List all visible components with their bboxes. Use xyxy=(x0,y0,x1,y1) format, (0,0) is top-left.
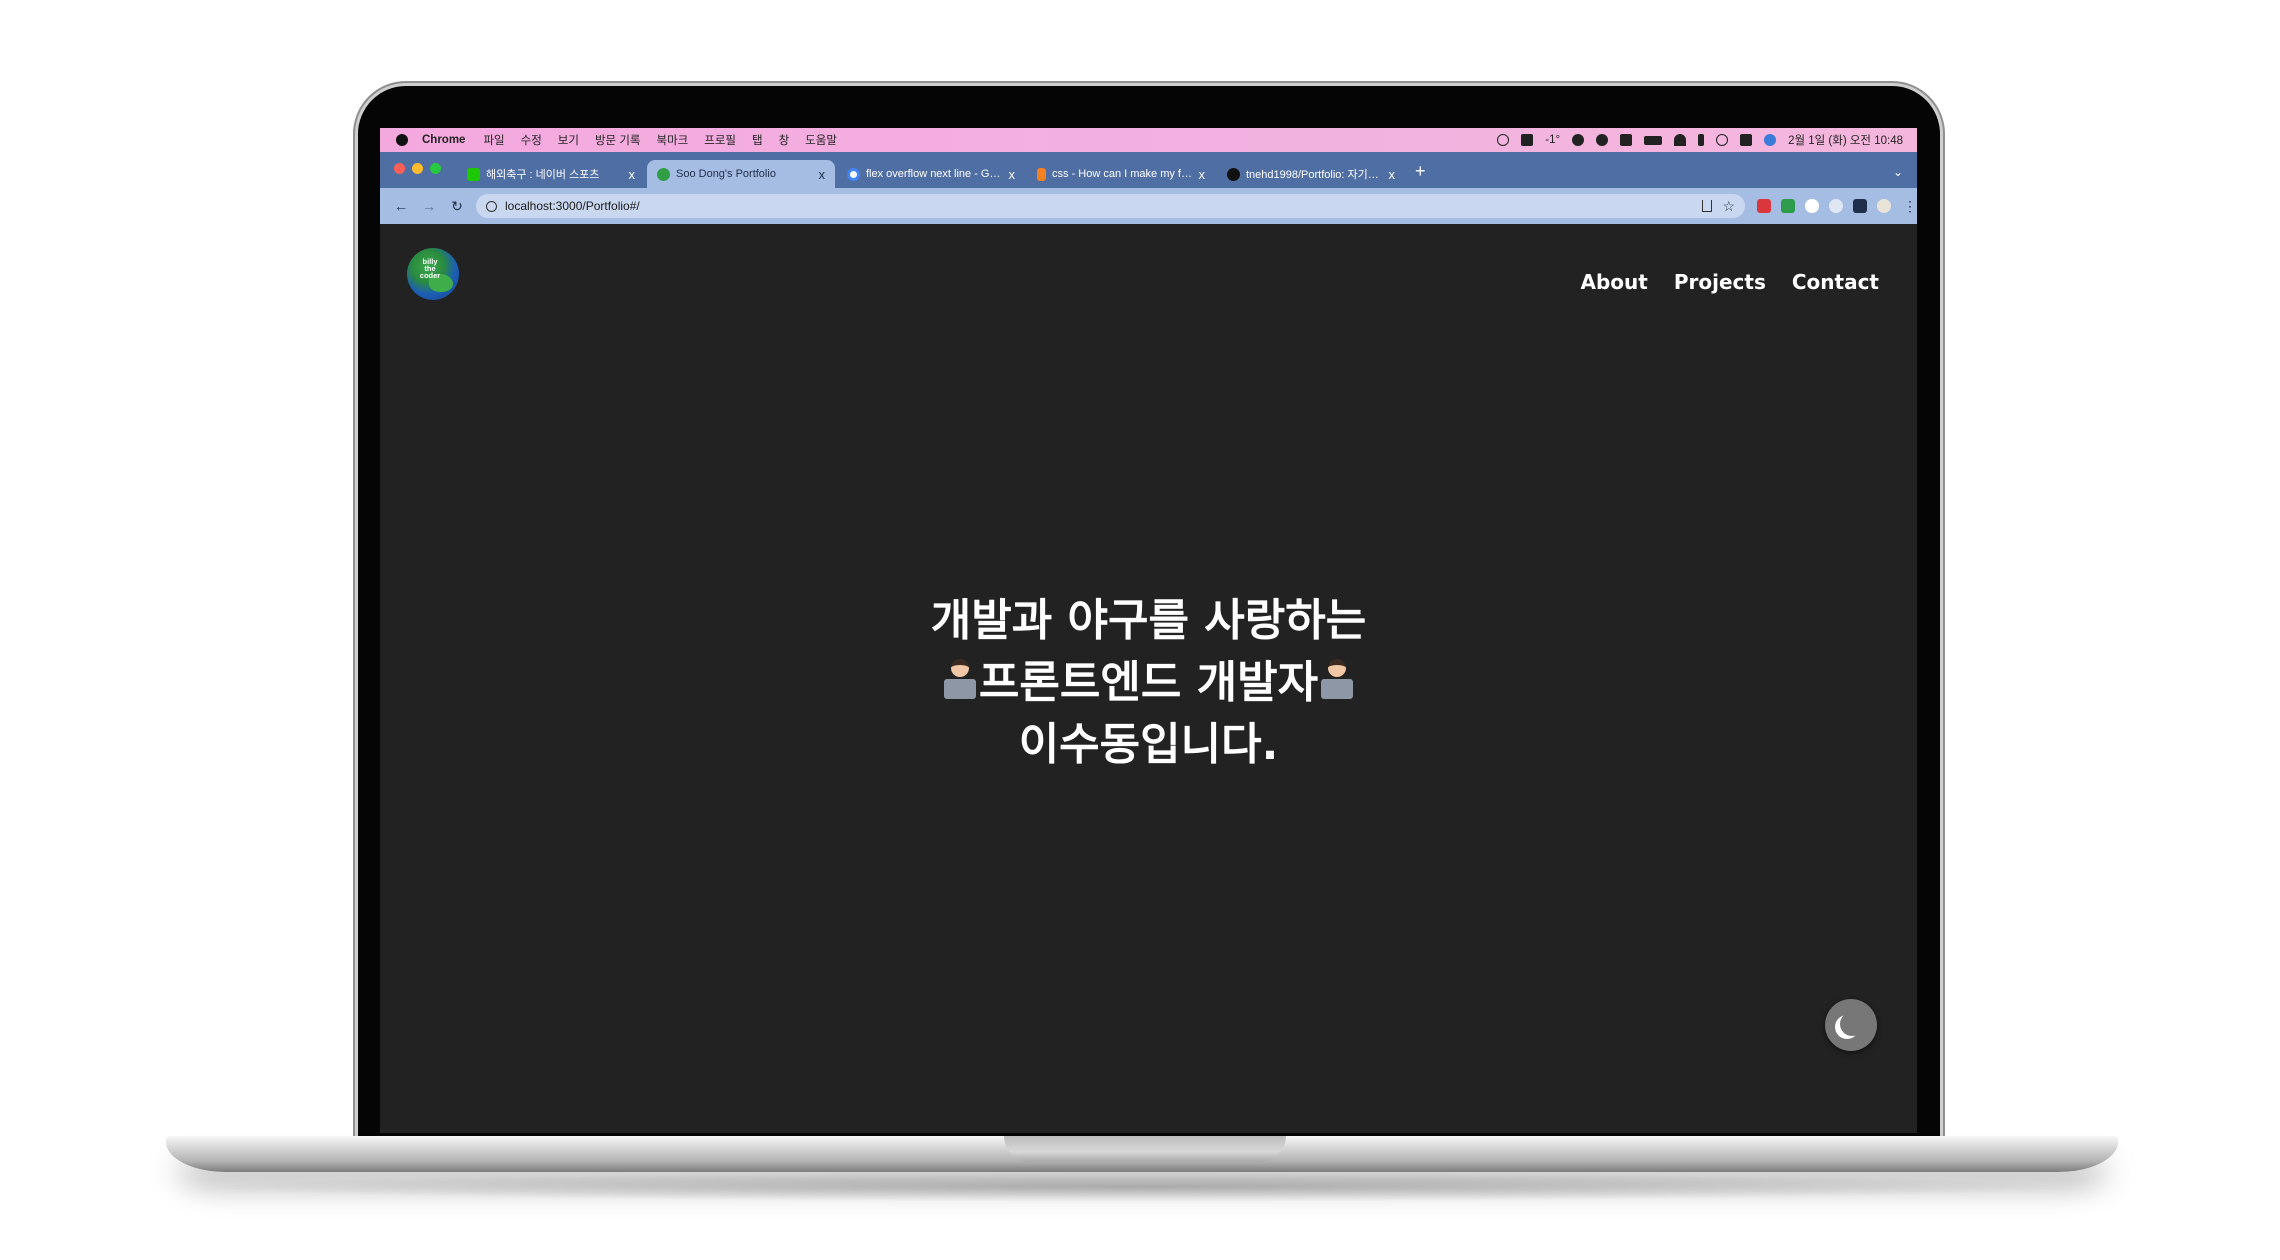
menu-window[interactable]: 창 xyxy=(779,132,790,148)
menu-profiles[interactable]: 프로필 xyxy=(704,132,736,148)
tab-naver-sports[interactable]: 해외축구 : 네이버 스포츠 x xyxy=(457,160,645,188)
close-tab-icon[interactable]: x xyxy=(629,167,636,182)
new-tab-button[interactable]: + xyxy=(1415,161,1426,182)
tab-title: tnehd1998/Portfolio: 자기소개웹 xyxy=(1246,169,1383,181)
nav-projects-link[interactable]: Projects xyxy=(1674,270,1766,294)
extension-profile-icon[interactable] xyxy=(1805,199,1819,213)
laptop-shadow xyxy=(200,1172,2080,1202)
tab-strip: 해외축구 : 네이버 스포츠 x Soo Dong's Portfolio x … xyxy=(380,152,1917,188)
glasses-icon[interactable] xyxy=(1497,134,1510,146)
screen: Chrome 파일 수정 보기 방문 기록 북마크 프로필 탭 창 도움말 -1… xyxy=(380,128,1917,1133)
close-window-button[interactable] xyxy=(394,163,405,174)
tab-title: css - How can I make my flex xyxy=(1052,168,1193,180)
extensions xyxy=(1757,199,1891,213)
weather-temp[interactable]: -1° xyxy=(1545,134,1560,146)
logo-text: billy the coder xyxy=(416,258,444,280)
url-text[interactable]: localhost:3000/Portfolio#/ xyxy=(505,199,1694,213)
notification-icon[interactable] xyxy=(1521,134,1534,146)
mac-menu-bar: Chrome 파일 수정 보기 방문 기록 북마크 프로필 탭 창 도움말 -1… xyxy=(380,128,1917,152)
more-menu-icon[interactable]: ⋮ xyxy=(1903,198,1917,215)
siri-icon[interactable] xyxy=(1764,134,1777,146)
wifi-icon[interactable] xyxy=(1674,134,1687,146)
avatar[interactable] xyxy=(1877,199,1891,213)
extension-red-icon[interactable] xyxy=(1757,199,1771,213)
window-controls xyxy=(394,163,441,174)
menu-tab[interactable]: 탭 xyxy=(752,132,763,148)
technologist-emoji-icon xyxy=(943,657,977,701)
hero-intro: 개발과 야구를 사랑하는 프론트엔드 개발자 이수동입니다. xyxy=(380,590,1917,776)
extension-green-icon[interactable] xyxy=(1781,199,1795,213)
contrast-icon[interactable] xyxy=(1596,134,1609,146)
logo-text-line: coder xyxy=(419,271,441,280)
bluetooth-icon[interactable] xyxy=(1698,134,1705,146)
menu-history[interactable]: 방문 기록 xyxy=(595,132,641,148)
search-icon[interactable] xyxy=(1716,134,1729,146)
status-tray: -1° 2월 1일 (화) 오전 10:48 xyxy=(1497,132,1903,148)
menu-bookmarks[interactable]: 북마크 xyxy=(656,132,688,148)
app-icon[interactable] xyxy=(1620,134,1633,146)
forward-arrow-icon[interactable]: → xyxy=(422,198,436,214)
back-arrow-icon[interactable]: ← xyxy=(394,198,408,214)
stackoverflow-icon xyxy=(1037,167,1046,181)
site-logo[interactable]: billy the coder xyxy=(407,248,459,300)
cloud-icon[interactable] xyxy=(1572,134,1585,146)
close-tab-icon[interactable]: x xyxy=(1009,167,1016,182)
menu-edit[interactable]: 수정 xyxy=(521,132,542,148)
tab-title: Soo Dong's Portfolio xyxy=(676,168,776,180)
control-center-icon[interactable] xyxy=(1740,134,1753,146)
apple-icon[interactable] xyxy=(396,134,408,146)
tab-github[interactable]: tnehd1998/Portfolio: 자기소개웹 x xyxy=(1217,160,1405,188)
share-icon[interactable] xyxy=(1702,200,1713,212)
site-nav: About Projects Contact xyxy=(1581,270,1880,294)
tab-title: flex overflow next line - Google xyxy=(866,168,1003,180)
nav-about-link[interactable]: About xyxy=(1581,270,1648,294)
browser-toolbar: ← → ↻ localhost:3000/Portfolio#/ ☆ ⋮ xyxy=(380,188,1917,224)
portfolio-page: billy the coder About Projects Contact 개… xyxy=(380,224,1917,1133)
battery-icon[interactable] xyxy=(1644,135,1663,145)
hero-line-2: 프론트엔드 개발자 xyxy=(978,657,1319,708)
bookmark-star-icon[interactable]: ☆ xyxy=(1722,198,1735,215)
google-icon xyxy=(847,167,860,181)
minimize-window-button[interactable] xyxy=(412,163,423,174)
clock[interactable]: 2월 1일 (화) 오전 10:48 xyxy=(1788,132,1903,148)
nav-contact-link[interactable]: Contact xyxy=(1792,270,1879,294)
github-icon xyxy=(1227,167,1240,181)
close-tab-icon[interactable]: x xyxy=(1389,167,1396,182)
maximize-window-button[interactable] xyxy=(430,163,441,174)
hero-line-3: 이수동입니다. xyxy=(1018,719,1279,770)
site-info-icon[interactable] xyxy=(485,200,497,212)
close-tab-icon[interactable]: x xyxy=(1199,167,1206,182)
laptop-notch xyxy=(1004,1136,1286,1162)
globe-icon xyxy=(657,167,670,181)
tab-google-search[interactable]: flex overflow next line - Google x xyxy=(837,160,1025,188)
close-tab-icon[interactable]: x xyxy=(819,167,826,182)
puzzle-icon[interactable] xyxy=(1853,199,1867,213)
menu-help[interactable]: 도움말 xyxy=(805,132,837,148)
technologist-emoji-icon xyxy=(1320,657,1354,701)
reload-icon[interactable]: ↻ xyxy=(450,198,464,215)
tab-search-button[interactable]: ⌄ xyxy=(1893,165,1903,179)
menu-view[interactable]: 보기 xyxy=(558,132,579,148)
tab-title: 해외축구 : 네이버 스포츠 xyxy=(486,169,600,181)
moon-icon xyxy=(1840,1012,1864,1036)
tab-stackoverflow[interactable]: css - How can I make my flex x xyxy=(1027,160,1215,188)
tab-portfolio[interactable]: Soo Dong's Portfolio x xyxy=(647,160,835,188)
extension-moon-icon[interactable] xyxy=(1829,199,1843,213)
hero-line-2-row: 프론트엔드 개발자 xyxy=(380,652,1917,714)
address-bar[interactable]: localhost:3000/Portfolio#/ ☆ xyxy=(475,194,1745,218)
menu-file[interactable]: 파일 xyxy=(483,132,504,148)
theme-toggle-button[interactable] xyxy=(1825,999,1877,1051)
naver-icon xyxy=(467,167,480,181)
hero-line-1: 개발과 야구를 사랑하는 xyxy=(930,595,1367,646)
app-name[interactable]: Chrome xyxy=(422,134,465,146)
